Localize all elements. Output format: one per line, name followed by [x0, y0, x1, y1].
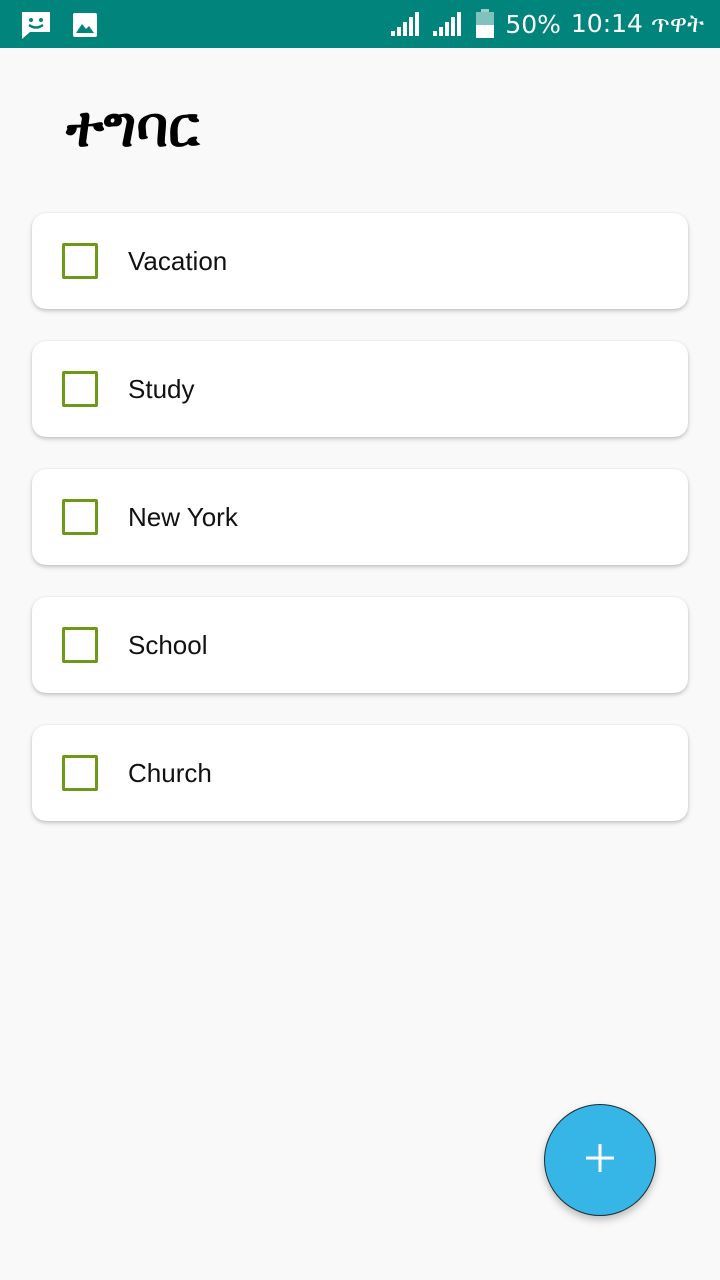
- task-label: Church: [128, 758, 212, 788]
- task-checkbox[interactable]: [62, 499, 98, 535]
- task-card-church[interactable]: Church: [32, 725, 688, 821]
- status-indicators: 50% 10:14 ጥዋት: [391, 0, 704, 48]
- task-checkbox[interactable]: [62, 371, 98, 407]
- add-task-button[interactable]: [544, 1104, 656, 1216]
- task-label: Vacation: [128, 246, 228, 276]
- task-label: Study: [128, 374, 195, 404]
- signal-icon: [433, 12, 465, 36]
- task-checkbox[interactable]: [62, 627, 98, 663]
- image-icon: [72, 12, 98, 42]
- task-card-school[interactable]: School: [32, 597, 688, 693]
- notification-icons: [20, 10, 98, 44]
- chat-icon: [20, 10, 52, 44]
- plus-icon: [584, 1142, 616, 1178]
- task-label: New York: [128, 502, 238, 532]
- task-card-new-york[interactable]: New York: [32, 469, 688, 565]
- task-list: Vacation Study New York School Church: [32, 213, 688, 853]
- task-card-study[interactable]: Study: [32, 341, 688, 437]
- task-checkbox[interactable]: [62, 243, 98, 279]
- task-card-vacation[interactable]: Vacation: [32, 213, 688, 309]
- battery-percent: 50%: [505, 9, 561, 39]
- battery-icon: [475, 9, 495, 39]
- page-title: ተግባር: [66, 95, 200, 160]
- status-bar: 50% 10:14 ጥዋት: [0, 0, 720, 48]
- signal-icon: [391, 12, 423, 36]
- task-label: School: [128, 630, 208, 660]
- clock: 10:14 ጥዋት: [570, 9, 704, 38]
- task-checkbox[interactable]: [62, 755, 98, 791]
